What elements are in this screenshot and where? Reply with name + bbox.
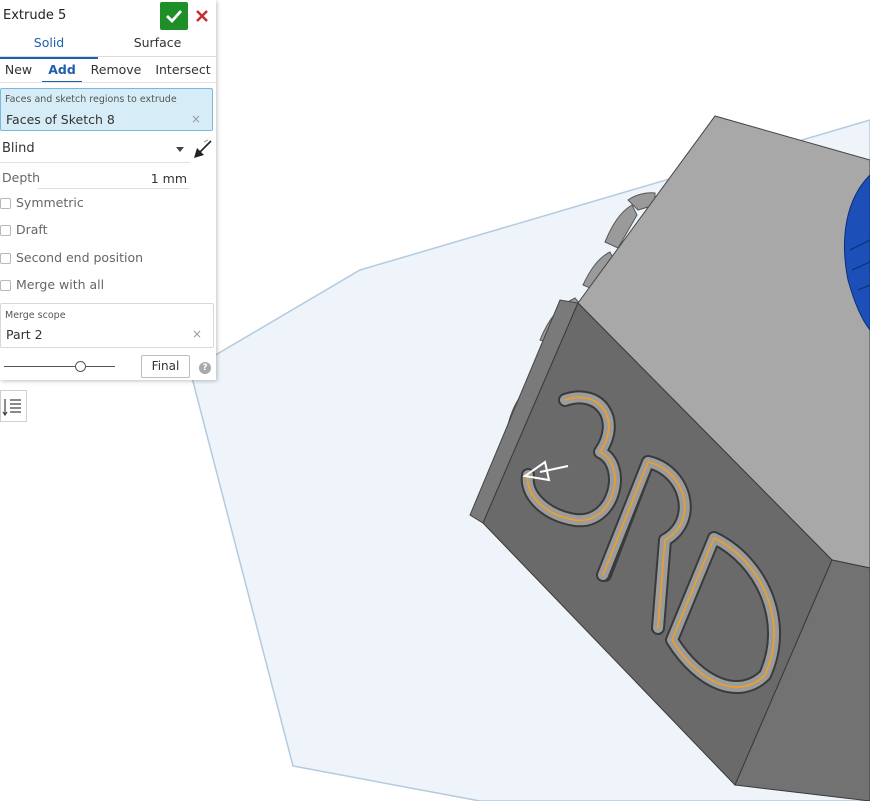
depth-label: Depth [2, 170, 41, 185]
merge-scope-field[interactable]: Merge scope Part 2 × [0, 303, 214, 348]
second-end-label: Second end position [16, 250, 144, 265]
merge-all-checkbox[interactable] [0, 280, 11, 291]
preview-slider-handle[interactable] [75, 361, 86, 372]
preview-slider-track[interactable] [4, 366, 115, 367]
second-end-checkbox[interactable] [0, 253, 11, 264]
operation-remove[interactable]: Remove [88, 61, 144, 81]
confirm-button[interactable] [160, 2, 188, 30]
selection-field[interactable]: Faces and sketch regions to extrude Face… [0, 88, 213, 131]
dialog-header: Extrude 5 [0, 0, 216, 31]
operation-intersect[interactable]: Intersect [152, 61, 214, 81]
merge-scope-value: Part 2 [6, 327, 43, 342]
flip-direction-arrow-icon[interactable] [192, 138, 214, 160]
cancel-button[interactable] [192, 5, 212, 27]
feature-title: Extrude 5 [3, 8, 67, 23]
depth-underline [38, 188, 190, 189]
symmetric-label: Symmetric [16, 195, 84, 210]
symmetric-checkbox[interactable] [0, 198, 11, 209]
operation-divider [0, 82, 216, 83]
extrude-feature-dialog: Extrude 5 Solid Surface New Add Remove I… [0, 0, 216, 380]
checkmark-icon [166, 10, 183, 23]
close-icon [196, 10, 208, 22]
merge-all-label: Merge with all [16, 277, 105, 292]
tab-surface[interactable]: Surface [99, 33, 216, 57]
end-type-select[interactable]: Blind [2, 141, 35, 156]
draft-label: Draft [16, 222, 48, 237]
list-icon [2, 399, 21, 417]
tab-divider [0, 56, 216, 57]
clear-merge-scope-icon[interactable]: × [192, 327, 202, 341]
end-type-underline [0, 162, 190, 163]
final-button[interactable]: Final [141, 355, 190, 378]
chevron-down-icon[interactable] [176, 147, 184, 152]
merge-scope-label: Merge scope [5, 310, 66, 321]
feature-list-toggle-button[interactable] [0, 390, 27, 422]
selection-field-label: Faces and sketch regions to extrude [5, 94, 177, 105]
draft-checkbox[interactable] [0, 225, 11, 236]
clear-selection-icon[interactable]: × [191, 112, 201, 126]
operation-add[interactable]: Add [42, 61, 82, 83]
operation-new[interactable]: New [0, 61, 37, 81]
selection-field-value: Faces of Sketch 8 [6, 112, 115, 127]
help-icon[interactable]: ? [199, 362, 211, 374]
depth-input[interactable]: 1 mm [110, 171, 187, 186]
